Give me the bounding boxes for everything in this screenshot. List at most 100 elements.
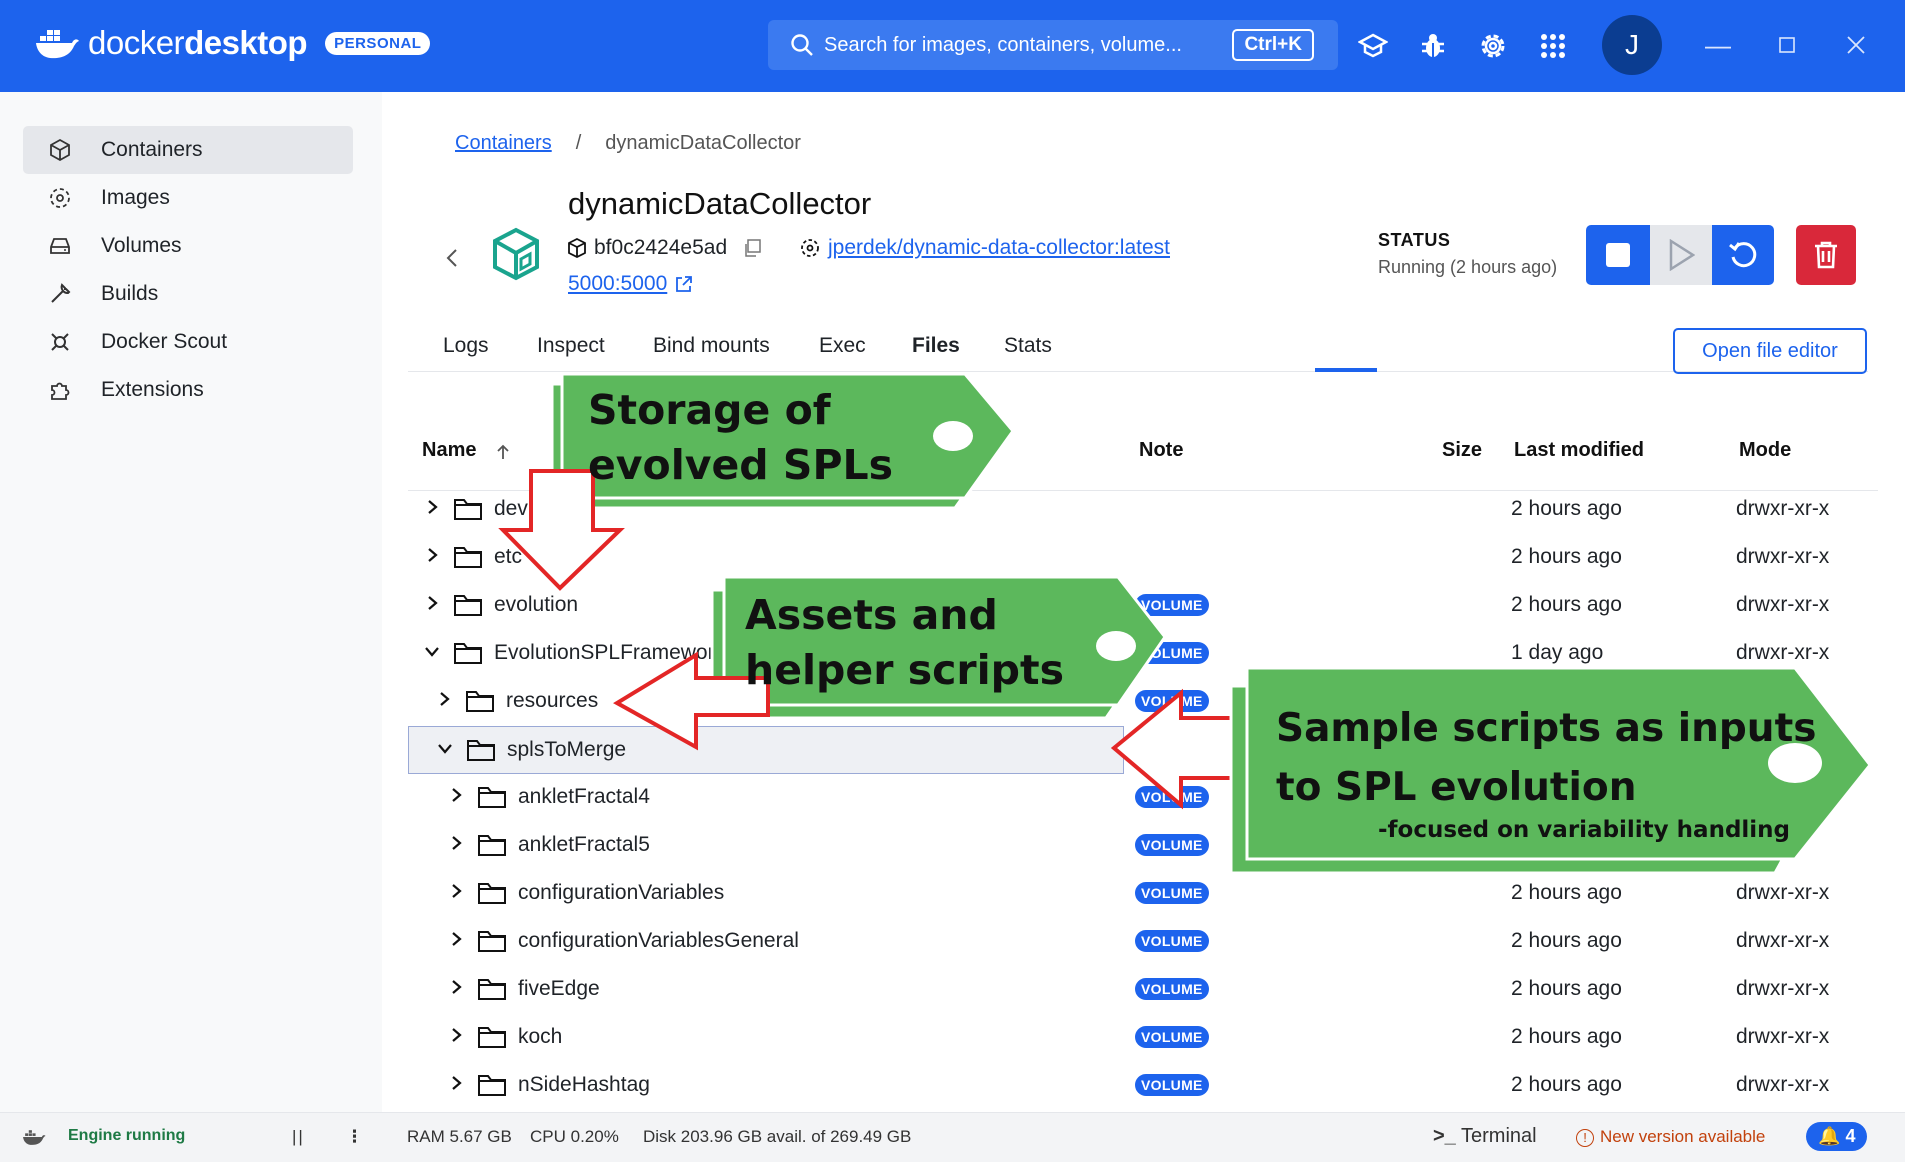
sidebar-item-label: Images: [101, 186, 170, 209]
chevron-down-icon[interactable]: [423, 642, 441, 660]
sidebar-item-images[interactable]: Images: [23, 174, 353, 222]
sidebar-item-label: Containers: [101, 138, 203, 161]
pause-icon[interactable]: ||: [292, 1127, 305, 1147]
copy-icon[interactable]: [743, 239, 761, 257]
tab-files[interactable]: Files: [912, 334, 960, 358]
sidebar-item-extensions[interactable]: Extensions: [23, 366, 353, 414]
search-bar[interactable]: Search for images, containers, volume...…: [768, 20, 1338, 70]
column-mode[interactable]: Mode: [1739, 439, 1791, 462]
file-mode: drwxr-xr-x: [1736, 593, 1830, 616]
file-mode: drwxr-xr-x: [1736, 977, 1830, 1000]
chevron-right-icon[interactable]: [447, 882, 465, 900]
file-name: ankletFractal4: [518, 785, 650, 808]
disk-usage: Disk 203.96 GB avail. of 269.49 GB: [643, 1127, 912, 1146]
chevron-right-icon[interactable]: [423, 498, 441, 516]
chevron-right-icon[interactable]: [423, 594, 441, 612]
sidebar-item-label: Extensions: [101, 378, 204, 401]
chevron-right-icon[interactable]: [447, 786, 465, 804]
sidebar-item-label: Volumes: [101, 234, 182, 257]
more-options-icon[interactable]: ⋮: [346, 1127, 363, 1147]
external-link-icon[interactable]: [675, 275, 693, 293]
port-link[interactable]: 5000:5000: [568, 272, 667, 296]
status-footer: Engine running || ⋮ RAM 5.67 GB CPU 0.20…: [0, 1112, 1905, 1162]
minimize-icon[interactable]: —: [1695, 22, 1741, 68]
terminal-icon: >_: [1433, 1125, 1456, 1147]
start-button[interactable]: [1650, 225, 1712, 285]
column-name[interactable]: Name: [422, 439, 476, 462]
folder-icon: [454, 547, 482, 568]
table-row[interactable]: fiveEdge VOLUME 2 hours ago drwxr-xr-x: [408, 966, 1878, 1014]
maximize-icon[interactable]: [1764, 22, 1810, 68]
column-size[interactable]: Size: [1442, 439, 1482, 462]
file-mode: drwxr-xr-x: [1736, 1025, 1830, 1048]
chevron-right-icon[interactable]: [447, 930, 465, 948]
chevron-right-icon[interactable]: [447, 1026, 465, 1044]
status-value: Running (2 hours ago): [1378, 257, 1558, 277]
file-mode: drwxr-xr-x: [1736, 1073, 1830, 1096]
breadcrumb-containers-link[interactable]: Containers: [455, 132, 552, 155]
cube-icon: [568, 238, 586, 258]
stop-button[interactable]: [1586, 225, 1650, 285]
breadcrumb-current: dynamicDataCollector: [605, 132, 801, 154]
tab-stats[interactable]: Stats: [1004, 334, 1052, 358]
terminal-button[interactable]: >_ Terminal: [1433, 1125, 1537, 1148]
table-row[interactable]: nSideHashtag VOLUME 2 hours ago drwxr-xr-x: [408, 1062, 1878, 1110]
last-modified: 2 hours ago: [1511, 977, 1622, 1000]
tab-logs[interactable]: Logs: [443, 334, 489, 358]
apps-grid-icon[interactable]: [1533, 26, 1573, 66]
tab-bind-mounts[interactable]: Bind mounts: [653, 334, 770, 358]
breadcrumb-separator: /: [575, 132, 582, 154]
table-row[interactable]: EvolutionSPLFramework VOLUME 1 day ago drwx…: [408, 630, 1878, 678]
table-row[interactable]: koch VOLUME 2 hours ago drwxr-xr-x: [408, 1014, 1878, 1062]
tab-exec[interactable]: Exec: [819, 334, 866, 358]
user-avatar[interactable]: J: [1602, 15, 1662, 75]
learning-center-icon[interactable]: [1353, 26, 1393, 66]
table-row[interactable]: splsToMerge: [408, 726, 1124, 774]
search-placeholder: Search for images, containers, volume...: [824, 33, 1182, 56]
container-cube-icon: [490, 226, 542, 287]
annotation-line: Sample scripts as inputs: [1276, 706, 1817, 751]
app-name: dockerdesktop: [88, 24, 308, 61]
tab-inspect[interactable]: Inspect: [537, 334, 605, 358]
settings-gear-icon[interactable]: [1473, 26, 1513, 66]
sort-ascending-icon[interactable]: [495, 443, 511, 461]
file-name: koch: [518, 1025, 563, 1048]
chevron-down-icon[interactable]: [436, 739, 454, 757]
chevron-right-icon[interactable]: [423, 546, 441, 564]
bug-icon[interactable]: [1413, 26, 1453, 66]
sidebar-item-label: Builds: [101, 282, 159, 305]
folder-icon: [478, 931, 506, 952]
table-row[interactable]: configurationVariables VOLUME 2 hours ago d…: [408, 870, 1878, 918]
table-row[interactable]: evolution VOLUME 2 hours ago drwxr-xr-x: [408, 582, 1878, 630]
file-name: dev: [494, 497, 528, 520]
sidebar-item-builds[interactable]: Builds: [23, 270, 353, 318]
file-name: fiveEdge: [518, 977, 600, 1000]
sidebar-item-docker-scout[interactable]: Docker Scout: [23, 318, 353, 366]
table-row[interactable]: configurationVariablesGeneral VOLUME 2 hou…: [408, 918, 1878, 966]
table-row[interactable]: etc 2 hours ago drwxr-xr-x: [408, 534, 1878, 582]
chevron-right-icon[interactable]: [435, 690, 453, 708]
cpu-usage: CPU 0.20%: [530, 1127, 619, 1146]
file-name: resources: [506, 689, 599, 712]
sidebar-item-containers[interactable]: Containers: [23, 126, 353, 174]
volume-badge: VOLUME: [1135, 1026, 1209, 1048]
title-bar: dockerdesktop PERSONAL Search for images…: [0, 0, 1905, 92]
update-notice[interactable]: ! New version available: [1576, 1127, 1765, 1147]
image-link[interactable]: jperdek/dynamic-data-collector:latest: [828, 236, 1170, 260]
sidebar-item-volumes[interactable]: Volumes: [23, 222, 353, 270]
open-file-editor-button[interactable]: Open file editor: [1673, 328, 1867, 374]
chevron-right-icon[interactable]: [447, 834, 465, 852]
chevron-right-icon[interactable]: [447, 978, 465, 996]
last-modified: 2 hours ago: [1511, 497, 1622, 520]
delete-button[interactable]: [1796, 225, 1856, 285]
terminal-label: Terminal: [1461, 1125, 1537, 1147]
close-icon[interactable]: [1833, 22, 1879, 68]
notifications-button[interactable]: 🔔 4: [1806, 1122, 1868, 1151]
last-modified: 2 hours ago: [1511, 1025, 1622, 1048]
volume-icon: [47, 233, 73, 259]
file-mode: drwxr-xr-x: [1736, 497, 1830, 520]
restart-button[interactable]: [1712, 225, 1774, 285]
column-last-modified[interactable]: Last modified: [1514, 439, 1644, 462]
chevron-right-icon[interactable]: [447, 1074, 465, 1092]
back-chevron-icon[interactable]: [445, 243, 459, 275]
